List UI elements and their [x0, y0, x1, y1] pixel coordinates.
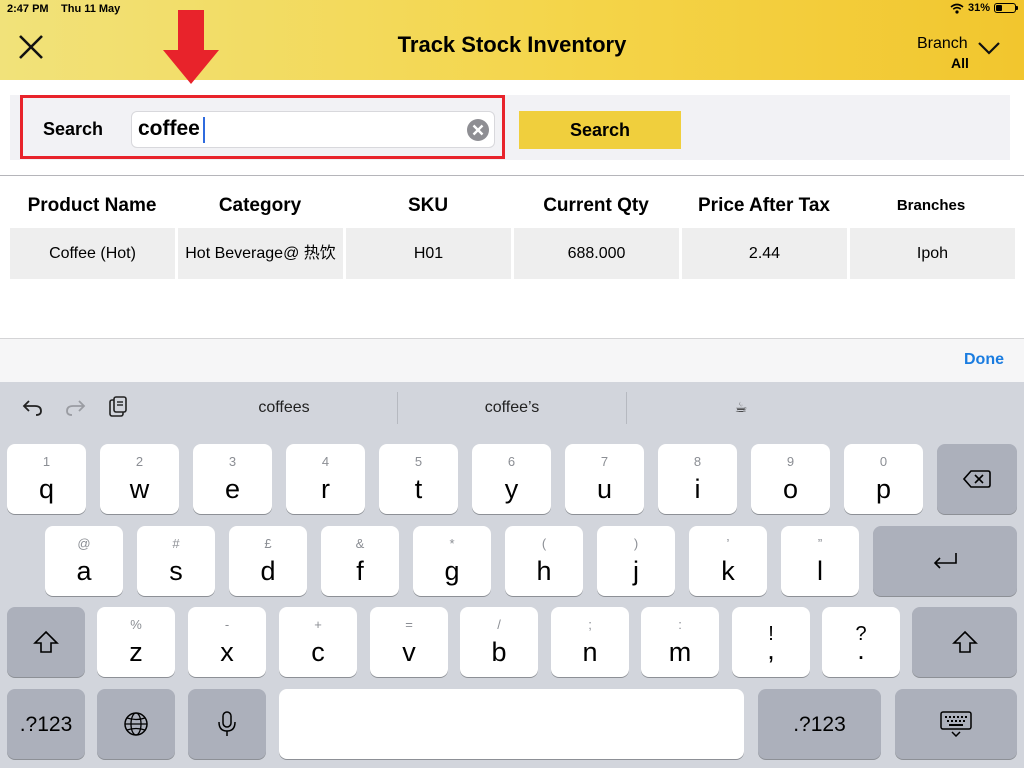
key-t[interactable]: 5t [379, 444, 458, 514]
key-g[interactable]: * g [413, 526, 491, 596]
column-header-product-name: Product Name [27, 195, 157, 216]
prediction-2[interactable]: coffee’s [398, 399, 626, 417]
space-key[interactable] [279, 689, 744, 759]
key-m[interactable]: :m [641, 607, 719, 677]
key-r[interactable]: 4r [286, 444, 365, 514]
key-h[interactable]: (h [505, 526, 583, 596]
return-icon [933, 553, 957, 569]
key-o[interactable]: 9o [751, 444, 830, 514]
table-cell-price-after-tax[interactable]: 2.44 [682, 228, 847, 279]
column-header-current-qty: Current Qty [543, 195, 649, 216]
page-title: Track Stock Inventory [397, 32, 627, 57]
prediction-3-coffee-emoji[interactable]: ☕ [627, 399, 855, 416]
backspace-key[interactable] [937, 444, 1017, 514]
redo-icon[interactable] [63, 395, 87, 419]
table-cell-current-qty[interactable]: 688.000 [514, 228, 679, 279]
numbers-key-right[interactable]: .?123 [758, 689, 881, 759]
highlight-box [20, 95, 505, 159]
search-button[interactable]: Search [519, 111, 681, 149]
key-n[interactable]: ; n [551, 607, 629, 677]
prediction-1[interactable]: coffees [170, 399, 398, 417]
done-button[interactable]: Done [964, 351, 1004, 369]
key-x[interactable]: -x [188, 607, 266, 677]
paste-icon[interactable] [106, 395, 130, 419]
status-indicators: 31% [950, 2, 1018, 14]
red-arrow-annotation [163, 10, 219, 84]
key-b[interactable]: / b [460, 607, 538, 677]
hide-keyboard-icon [940, 711, 972, 737]
column-header-price-after-tax: Price After Tax [698, 195, 830, 216]
dictation-key[interactable] [188, 689, 266, 759]
key-c[interactable]: + c [279, 607, 357, 677]
hide-keyboard-key[interactable] [895, 689, 1017, 759]
key-q[interactable]: 1q [7, 444, 86, 514]
key-l[interactable]: ” l [781, 526, 859, 596]
wifi-icon [950, 3, 964, 14]
microphone-icon [218, 711, 236, 736]
branch-selector-label[interactable]: Branch [917, 35, 968, 53]
return-key[interactable] [873, 526, 1017, 596]
key-w[interactable]: 2w [100, 444, 179, 514]
shift-key-left[interactable] [7, 607, 85, 677]
globe-icon [124, 712, 148, 736]
divider [0, 175, 1024, 176]
battery-icon [994, 3, 1018, 13]
status-time: 2:47 PM [7, 3, 49, 15]
key-y[interactable]: 6y [472, 444, 551, 514]
undo-icon[interactable] [21, 395, 45, 419]
table-cell-product-name[interactable]: Coffee (Hot) [10, 228, 175, 279]
key-p[interactable]: 0p [844, 444, 923, 514]
key-comma[interactable]: !, [732, 607, 810, 677]
column-header-branches: Branches [896, 197, 966, 214]
key-e[interactable]: 3e [193, 444, 272, 514]
backspace-icon [963, 470, 991, 488]
column-header-category: Category [218, 195, 302, 216]
key-j[interactable]: ) j [597, 526, 675, 596]
shift-icon [951, 630, 978, 653]
key-v[interactable]: = v [370, 607, 448, 677]
key-a[interactable]: @ a [45, 526, 123, 596]
battery-percent: 31% [967, 2, 990, 14]
numbers-key-left[interactable]: .?123 [7, 689, 85, 759]
key-i[interactable]: 8i [658, 444, 737, 514]
branch-selector-value[interactable]: All [951, 55, 969, 71]
key-s[interactable]: # s [137, 526, 215, 596]
shift-key-right[interactable] [912, 607, 1017, 677]
globe-key[interactable] [97, 689, 175, 759]
keyboard-accessory-bar [0, 338, 1024, 382]
key-f[interactable]: & f [321, 526, 399, 596]
key-period[interactable]: ?. [822, 607, 900, 677]
key-u[interactable]: 7u [565, 444, 644, 514]
table-cell-sku[interactable]: H01 [346, 228, 511, 279]
key-d[interactable]: £ d [229, 526, 307, 596]
chevron-down-icon[interactable] [976, 38, 1002, 58]
column-header-sku: SKU [407, 195, 449, 216]
key-k[interactable]: ’ k [689, 526, 767, 596]
shift-icon [33, 630, 59, 653]
status-date: Thu 11 May [61, 3, 121, 15]
table-cell-branches[interactable]: Ipoh [850, 228, 1015, 279]
table-cell-category[interactable]: Hot Beverage@ 热饮 [178, 228, 343, 279]
key-z[interactable]: % z [97, 607, 175, 677]
